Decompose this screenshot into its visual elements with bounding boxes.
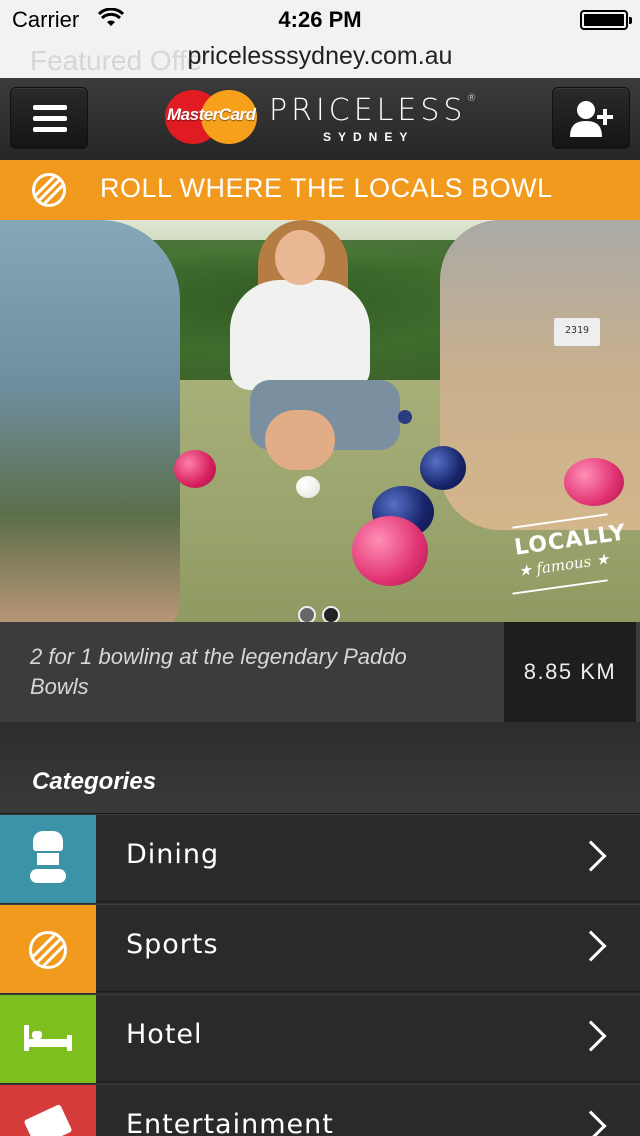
bowl-ball <box>420 446 466 490</box>
battery-icon <box>580 10 632 30</box>
bed-icon <box>0 995 96 1083</box>
add-user-icon <box>570 101 613 137</box>
add-user-button[interactable] <box>552 87 630 149</box>
chevron-right-icon <box>575 840 607 872</box>
carousel-dot-active[interactable] <box>322 606 340 622</box>
bowl-ball <box>564 458 624 506</box>
category-label: Dining <box>126 839 220 870</box>
distance-badge: 8.85 KM <box>504 622 636 722</box>
status-bar: Carrier 4:26 PM <box>0 0 640 40</box>
scoreboard: 2319 <box>554 318 600 346</box>
hamburger-icon <box>33 105 67 133</box>
sports-ball-icon <box>0 905 96 993</box>
clock: 4:26 PM <box>278 7 362 32</box>
category-label: Entertainment <box>126 1109 334 1136</box>
app-header: MasterCard PRICELESS® SYDNEY <box>0 78 640 160</box>
carousel-dots <box>298 606 346 622</box>
mastercard-logo: MasterCard <box>165 88 257 146</box>
chevron-right-icon <box>575 930 607 962</box>
locally-famous-stamp: LOCALLY ★ famous ★ <box>508 513 628 596</box>
categories-header: Categories <box>0 722 640 814</box>
bowl-ball <box>352 516 428 586</box>
sports-ball-icon <box>32 173 66 207</box>
chevron-right-icon <box>575 1020 607 1052</box>
bowl-ball <box>174 450 216 488</box>
category-dining[interactable]: Dining <box>0 814 640 903</box>
featured-offer-image[interactable]: 2319 LOCALLY ★ famous ★ <box>0 220 640 622</box>
category-hotel[interactable]: Hotel <box>0 994 640 1083</box>
menu-button[interactable] <box>10 87 88 149</box>
jack-ball <box>296 476 320 498</box>
category-sports[interactable]: Sports <box>0 904 640 993</box>
category-label: Sports <box>126 929 219 960</box>
carousel-dot[interactable] <box>298 606 316 622</box>
chevron-right-icon <box>575 1110 607 1136</box>
priceless-sydney-logo[interactable]: MasterCard PRICELESS® SYDNEY <box>165 88 485 148</box>
bowl-ball <box>398 410 412 424</box>
url-text[interactable]: pricelesssydney.com.au <box>0 42 640 71</box>
featured-offer-banner[interactable]: ROLL WHERE THE LOCALS BOWL <box>0 160 640 220</box>
banner-title: ROLL WHERE THE LOCALS BOWL <box>100 173 553 203</box>
offer-description: 2 for 1 bowling at the legendary Paddo B… <box>30 644 407 699</box>
categories-heading: Categories <box>32 768 157 795</box>
person-center <box>230 280 370 390</box>
chef-hat-icon <box>0 815 96 903</box>
ticket-icon <box>0 1085 96 1136</box>
brand-city: SYDNEY <box>323 130 415 144</box>
brand-name: PRICELESS® <box>269 93 477 128</box>
offer-details[interactable]: 2 for 1 bowling at the legendary Paddo B… <box>0 622 640 722</box>
person-left <box>0 220 180 622</box>
category-entertainment[interactable]: Entertainment <box>0 1084 640 1136</box>
address-bar[interactable]: Featured Offe pricelesssydney.com.au <box>0 40 640 78</box>
category-label: Hotel <box>126 1019 203 1050</box>
